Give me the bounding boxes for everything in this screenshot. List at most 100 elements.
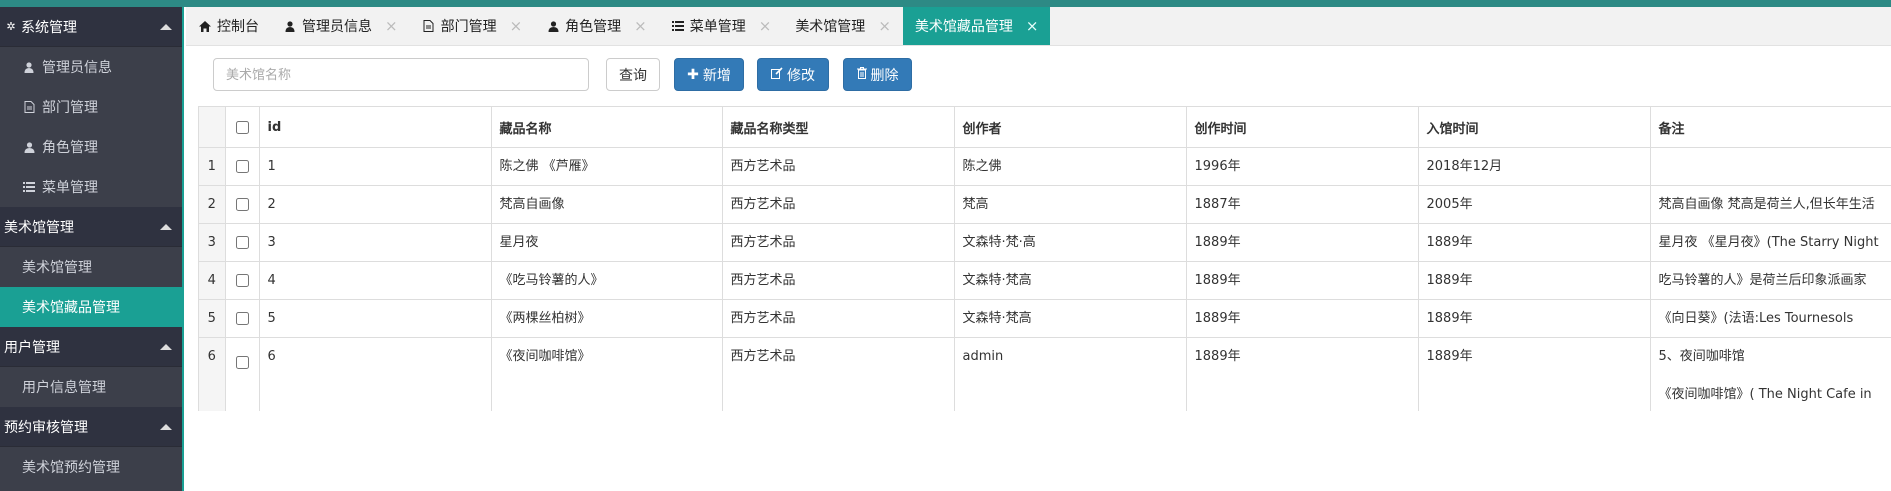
cell-note (1650, 147, 1891, 186)
column-header-author[interactable]: 创作者 (954, 107, 1187, 148)
add-button[interactable]: ✚ 新增 (674, 58, 744, 91)
sidebar-item-gallery[interactable]: 美术馆管理 (0, 247, 182, 287)
delete-button-label: 删除 (870, 67, 899, 84)
cell-note: 梵高自画像 梵高是荷兰人,但长年生活 (1650, 185, 1891, 224)
cell-id: 6 (259, 337, 492, 411)
cell-name: 《吃马铃薯的人》 (491, 261, 723, 300)
cell-created: 1889年 (1186, 223, 1419, 262)
close-icon[interactable]: × (759, 17, 772, 35)
table-row[interactable]: 2 2 梵高自画像 西方艺术品 梵高 1887年 2005年 梵高自画像 梵高是… (199, 185, 1891, 224)
cell-name: 《夜间咖啡馆》 (491, 337, 723, 411)
sidebar-item-collection[interactable]: 美术馆藏品管理 (0, 287, 182, 327)
tab-role[interactable]: 角色管理 × (534, 7, 659, 45)
close-icon[interactable]: × (878, 17, 891, 35)
search-input[interactable] (213, 58, 589, 91)
row-index-header (199, 107, 226, 148)
sidebar-item-role[interactable]: 角色管理 (0, 127, 182, 167)
select-all-checkbox[interactable] (235, 120, 249, 134)
cell-note-line: 《夜间咖啡馆》( The Night Cafe in (1658, 387, 1872, 402)
cell-note-line: 5、夜间咖啡馆 (1658, 349, 1745, 364)
close-icon[interactable]: × (1026, 17, 1039, 35)
close-icon[interactable]: × (634, 17, 647, 35)
user-icon (22, 60, 36, 74)
table-row[interactable]: 3 3 星月夜 西方艺术品 文森特·梵·高 1889年 1889年 星月夜 《星… (199, 223, 1891, 262)
sidebar-item-label: 部门管理 (42, 100, 98, 116)
sidebar-item-department[interactable]: 部门管理 (0, 87, 182, 127)
row-checkbox[interactable] (235, 198, 249, 211)
row-checkbox-cell (225, 261, 260, 300)
cell-type: 西方艺术品 (722, 223, 955, 262)
row-checkbox[interactable] (235, 160, 249, 173)
sidebar-item-user-info[interactable]: 用户信息管理 (0, 367, 182, 407)
row-checkbox-cell (225, 223, 260, 262)
table-row[interactable]: 1 1 陈之佛 《芦雁》 西方艺术品 陈之佛 1996年 2018年12月 (199, 147, 1891, 186)
cell-name: 星月夜 (491, 223, 723, 262)
cell-type: 西方艺术品 (722, 337, 955, 411)
cell-created: 1889年 (1186, 299, 1419, 338)
sidebar-item-label: 菜单管理 (42, 180, 98, 196)
plus-icon: ✚ (687, 66, 699, 83)
edit-icon (771, 66, 783, 83)
query-button[interactable]: 查询 (606, 58, 660, 91)
column-header-entered[interactable]: 入馆时间 (1418, 107, 1651, 148)
tab-label: 美术馆管理 (795, 19, 866, 35)
caret-up-icon (160, 223, 172, 230)
row-checkbox-cell (225, 299, 260, 338)
close-icon[interactable]: × (385, 17, 398, 35)
home-icon (198, 19, 212, 33)
cell-entered: 1889年 (1418, 223, 1651, 262)
cell-note: 星月夜 《星月夜》(The Starry Night (1650, 223, 1891, 262)
tab-dashboard[interactable]: 控制台 (186, 7, 271, 45)
cell-id: 1 (259, 147, 492, 186)
list-icon (671, 19, 685, 33)
trash-icon (856, 66, 867, 83)
cell-entered: 1889年 (1418, 337, 1651, 411)
cell-author: 陈之佛 (954, 147, 1187, 186)
sidebar-item-admin-info[interactable]: 管理员信息 (0, 47, 182, 87)
sidebar-item-reservation[interactable]: 美术馆预约管理 (0, 447, 182, 487)
delete-button[interactable]: 删除 (843, 58, 912, 91)
tab-gallery[interactable]: 美术馆管理 × (783, 7, 903, 45)
document-icon (22, 100, 36, 114)
tab-department[interactable]: 部门管理 × (410, 7, 535, 45)
row-checkbox[interactable] (235, 274, 249, 287)
cell-name: 梵高自画像 (491, 185, 723, 224)
document-icon (422, 19, 436, 33)
tab-menu[interactable]: 菜单管理 × (659, 7, 784, 45)
column-header-name[interactable]: 藏品名称 (491, 107, 723, 148)
cell-type: 西方艺术品 (722, 147, 955, 186)
cell-id: 3 (259, 223, 492, 262)
row-checkbox[interactable] (235, 312, 249, 325)
sidebar-group-gallery[interactable]: 美术馆管理 (0, 207, 182, 247)
tab-admin-info[interactable]: 管理员信息 × (271, 7, 410, 45)
cell-author: 文森特·梵高 (954, 299, 1187, 338)
column-header-id[interactable]: id (259, 107, 492, 148)
cell-entered: 1889年 (1418, 261, 1651, 300)
sidebar-group-system[interactable]: ✲ 系统管理 (0, 7, 182, 47)
column-header-type[interactable]: 藏品名称类型 (722, 107, 955, 148)
cell-entered: 2005年 (1418, 185, 1651, 224)
cell-author: admin (954, 337, 1187, 411)
row-checkbox[interactable] (235, 236, 249, 249)
sidebar-group-users[interactable]: 用户管理 (0, 327, 182, 367)
sidebar-item-menu[interactable]: 菜单管理 (0, 167, 182, 207)
table-row[interactable]: 5 5 《两棵丝柏树》 西方艺术品 文森特·梵高 1889年 1889年 《向日… (199, 299, 1891, 338)
table-row[interactable]: 6 6 《夜间咖啡馆》 西方艺术品 admin 1889年 1889年 5、夜间… (199, 337, 1891, 411)
cell-created: 1887年 (1186, 185, 1419, 224)
column-header-note[interactable]: 备注 (1650, 107, 1891, 148)
row-checkbox[interactable] (235, 356, 249, 369)
edit-button[interactable]: 修改 (757, 58, 829, 91)
column-header-created[interactable]: 创作时间 (1186, 107, 1419, 148)
cell-type: 西方艺术品 (722, 185, 955, 224)
users-icon (22, 140, 36, 154)
row-index: 6 (199, 337, 226, 411)
cell-id: 5 (259, 299, 492, 338)
tab-collection[interactable]: 美术馆藏品管理 × (902, 7, 1051, 45)
cell-created: 1996年 (1186, 147, 1419, 186)
table-row[interactable]: 4 4 《吃马铃薯的人》 西方艺术品 文森特·梵高 1889年 1889年 吃马… (199, 261, 1891, 300)
tab-label: 部门管理 (440, 19, 497, 35)
caret-up-icon (160, 23, 172, 30)
sidebar-group-reservation[interactable]: 预约审核管理 (0, 407, 182, 447)
close-icon[interactable]: × (510, 17, 523, 35)
cell-name: 陈之佛 《芦雁》 (491, 147, 723, 186)
